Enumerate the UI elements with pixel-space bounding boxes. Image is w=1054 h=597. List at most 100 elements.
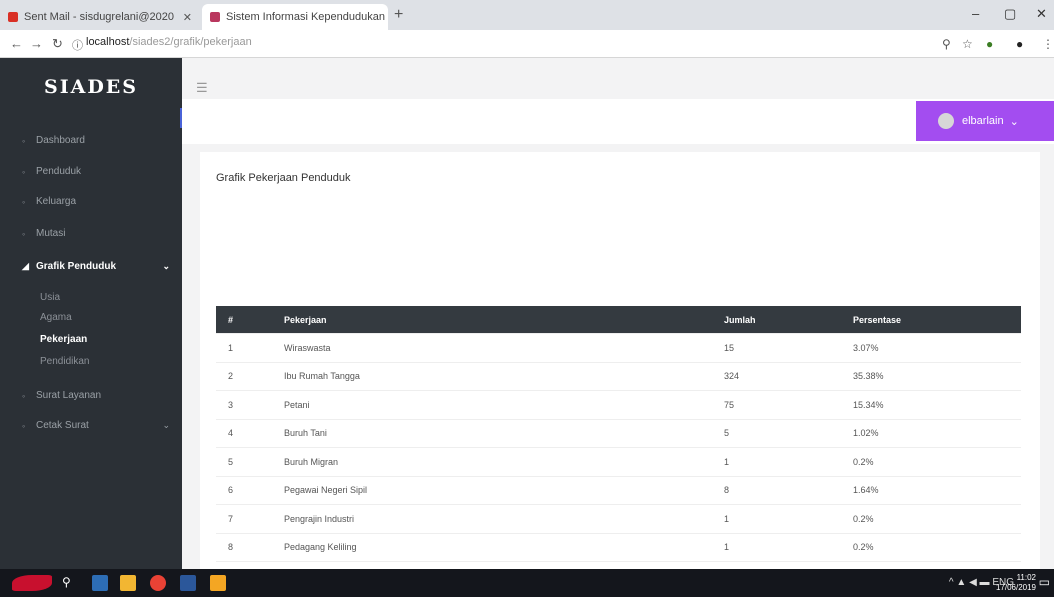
table-cell: 35.38% (841, 361, 1021, 391)
new-tab-icon[interactable]: + (394, 6, 403, 24)
username: elbarlain (962, 115, 1004, 127)
table-cell: 1 (712, 504, 841, 533)
sidebar-item-penduduk[interactable]: ◦ Penduduk (22, 166, 170, 177)
url-path: /siades2/grafik/pekerjaan (129, 36, 252, 48)
content-card: Grafik Pekerjaan Penduduk # Pekerjaan Ju… (200, 152, 1040, 590)
table-cell: 1.64% (841, 475, 1021, 505)
chevron-down-icon: ⌄ (162, 420, 170, 430)
file-explorer-icon[interactable] (120, 575, 136, 591)
sidebar-item-cetak-surat[interactable]: ◦ Cetak Surat ⌄ (22, 420, 170, 431)
extension-icon[interactable]: ● (986, 37, 993, 51)
column-header: # (216, 306, 272, 334)
back-icon[interactable]: ← (10, 36, 23, 51)
table-cell: 4 (216, 418, 272, 448)
mail-icon: ◦ (22, 390, 26, 401)
site-favicon-icon (210, 12, 220, 22)
chevron-down-icon: ⌄ (1009, 115, 1019, 128)
gmail-icon (8, 12, 18, 22)
task-view-icon[interactable] (92, 575, 108, 591)
table-cell: 75 (712, 390, 841, 419)
close-tab-icon[interactable]: ✕ (179, 11, 192, 24)
sidebar-item-label: Cetak Surat (36, 420, 89, 431)
word-icon[interactable] (180, 575, 196, 591)
forward-icon[interactable]: → (30, 36, 43, 51)
search-icon[interactable]: ⚲ (62, 575, 78, 591)
sidebar-item-label: Surat Layanan (36, 390, 102, 401)
sidebar-item-keluarga[interactable]: ◦ Keluarga (22, 196, 170, 207)
sidebar-subitem-pekerjaan[interactable]: Pekerjaan (40, 334, 87, 345)
chart-area (216, 192, 1024, 292)
minimize-icon[interactable]: – (972, 6, 979, 21)
app-icon[interactable] (210, 575, 226, 591)
table-cell: 0.2% (841, 447, 1021, 476)
star-icon[interactable]: ☆ (962, 37, 973, 51)
table-cell: 15.34% (841, 390, 1021, 419)
url-host: localhost (86, 36, 130, 48)
table-cell: 5 (216, 447, 272, 476)
user-dropdown-button[interactable]: elbarlain ⌄ (916, 101, 1054, 141)
browser-tab-bar: Sent Mail - sisdugrelani@2020 ✕ Sistem I… (0, 0, 1054, 30)
sidebar-subitem-usia[interactable]: Usia (40, 292, 60, 303)
chevron-down-icon: ⌄ (162, 261, 170, 271)
sidebar-item-surat-layanan[interactable]: ◦ Surat Layanan (22, 390, 170, 401)
users-icon: ◦ (22, 166, 26, 177)
info-icon: ⓘ (72, 40, 83, 52)
table-header-row: # Pekerjaan Jumlah Persentase (216, 306, 1021, 334)
exchange-icon: ◦ (22, 228, 26, 239)
table-cell: 3.07% (841, 333, 1021, 362)
brand-logo[interactable]: SIADES (0, 76, 182, 98)
battery-icon[interactable]: ▬ (980, 577, 990, 588)
column-header: Persentase (841, 306, 1021, 334)
zoom-icon[interactable]: ⚲ (942, 37, 951, 51)
table-cell: 2 (216, 361, 272, 391)
table-cell: 1 (216, 333, 272, 362)
browser-tab-siades[interactable]: Sistem Informasi Kependudukan D ✕ (202, 4, 388, 30)
tray-arrow-icon[interactable]: ^ (949, 577, 954, 588)
address-bar: ← → ↻ ⓘ localhost/siades2/grafik/pekerja… (0, 30, 1054, 58)
url-field[interactable]: localhost/siades2/grafik/pekerjaan (86, 36, 252, 48)
hamburger-menu-icon[interactable]: ☰ (196, 80, 208, 96)
table-row: 3 Petani 75 15.34% (216, 390, 1021, 419)
table-row: 5 Buruh Migran 1 0.2% (216, 447, 1021, 476)
browser-tab-gmail[interactable]: Sent Mail - sisdugrelani@2020 ✕ (0, 4, 200, 30)
profile-icon[interactable]: ● (1016, 37, 1023, 51)
sidebar-subitem-agama[interactable]: Agama (40, 312, 72, 323)
data-table: # Pekerjaan Jumlah Persentase 1 Wiraswast… (216, 306, 1021, 590)
print-icon: ◦ (22, 420, 26, 431)
table-row: 6 Pegawai Negeri Sipil 8 1.64% (216, 475, 1021, 505)
table-cell: 8 (712, 475, 841, 505)
sidebar-item-dashboard[interactable]: ◦ Dashboard (22, 135, 170, 146)
table-cell: Ibu Rumah Tangga (272, 361, 712, 391)
time: 11:02 (1016, 573, 1036, 582)
table-cell: 1.02% (841, 418, 1021, 448)
table-row: 2 Ibu Rumah Tangga 324 35.38% (216, 361, 1021, 391)
family-icon: ◦ (22, 196, 26, 207)
sidebar-item-grafik-penduduk[interactable]: ◢ Grafik Penduduk ⌄ (22, 261, 170, 272)
table-cell: 0.2% (841, 504, 1021, 533)
sidebar-item-label: Penduduk (36, 166, 82, 177)
volume-icon[interactable]: ◀ (969, 577, 977, 588)
chrome-icon[interactable] (150, 575, 166, 591)
table-cell: Petani (272, 390, 712, 419)
table-cell: 8 (216, 532, 272, 562)
tab-title: Sistem Informasi Kependudukan D (226, 11, 388, 23)
taskbar: ⚲ ^ ▲ ◀ ▬ ENG 11:02 17/06/2019 ▭ (0, 569, 1054, 597)
reload-icon[interactable]: ↻ (52, 36, 63, 52)
close-window-icon[interactable]: ✕ (1036, 6, 1047, 22)
menu-icon[interactable]: ⋮ (1042, 37, 1054, 51)
sidebar-item-mutasi[interactable]: ◦ Mutasi (22, 228, 170, 239)
table-cell: 1 (712, 532, 841, 562)
table-cell: 0.2% (841, 532, 1021, 562)
maximize-icon[interactable]: ▢ (1004, 6, 1016, 22)
table-row: 7 Pengrajin Industri 1 0.2% (216, 504, 1021, 533)
sidebar-subitem-pendidikan[interactable]: Pendidikan (40, 356, 89, 367)
notification-icon[interactable]: ▭ (1039, 575, 1050, 589)
start-logo-icon[interactable] (12, 575, 52, 591)
chart-icon: ◢ (22, 261, 29, 271)
column-header: Jumlah (712, 306, 841, 334)
page-title: Grafik Pekerjaan Penduduk (216, 172, 351, 184)
clock[interactable]: 11:02 17/06/2019 (996, 573, 1036, 593)
network-icon[interactable]: ▲ (956, 577, 966, 588)
table-cell: 15 (712, 333, 841, 362)
table-cell: 324 (712, 361, 841, 391)
